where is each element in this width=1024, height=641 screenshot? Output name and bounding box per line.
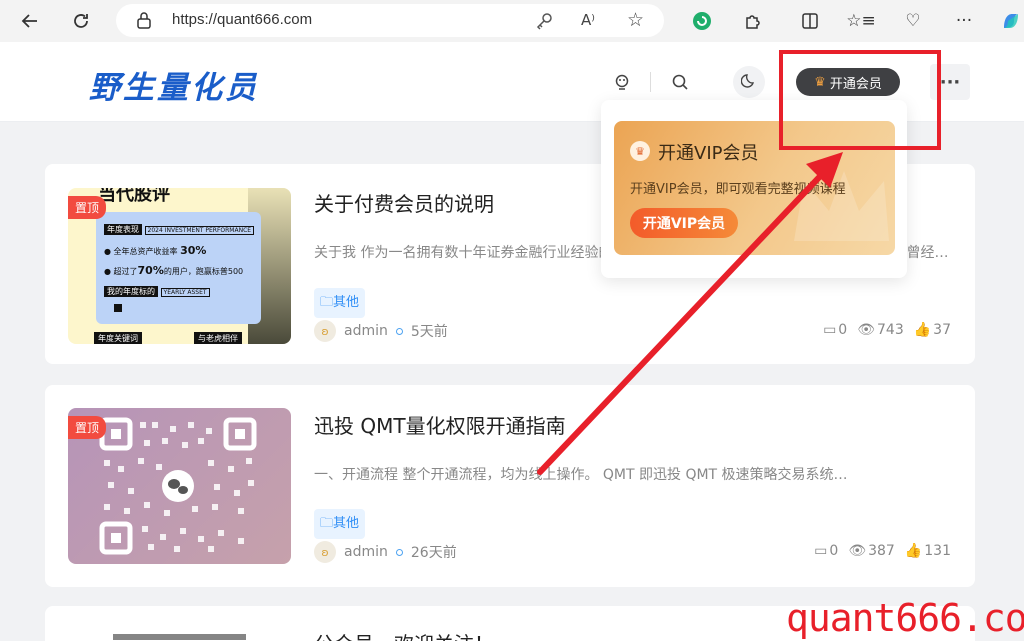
pinned-badge: 置顶 — [68, 416, 107, 439]
watermark-text: quant666.com — [786, 596, 1024, 640]
pinned-badge: 置顶 — [68, 196, 107, 219]
annotation-arrow — [537, 152, 843, 475]
